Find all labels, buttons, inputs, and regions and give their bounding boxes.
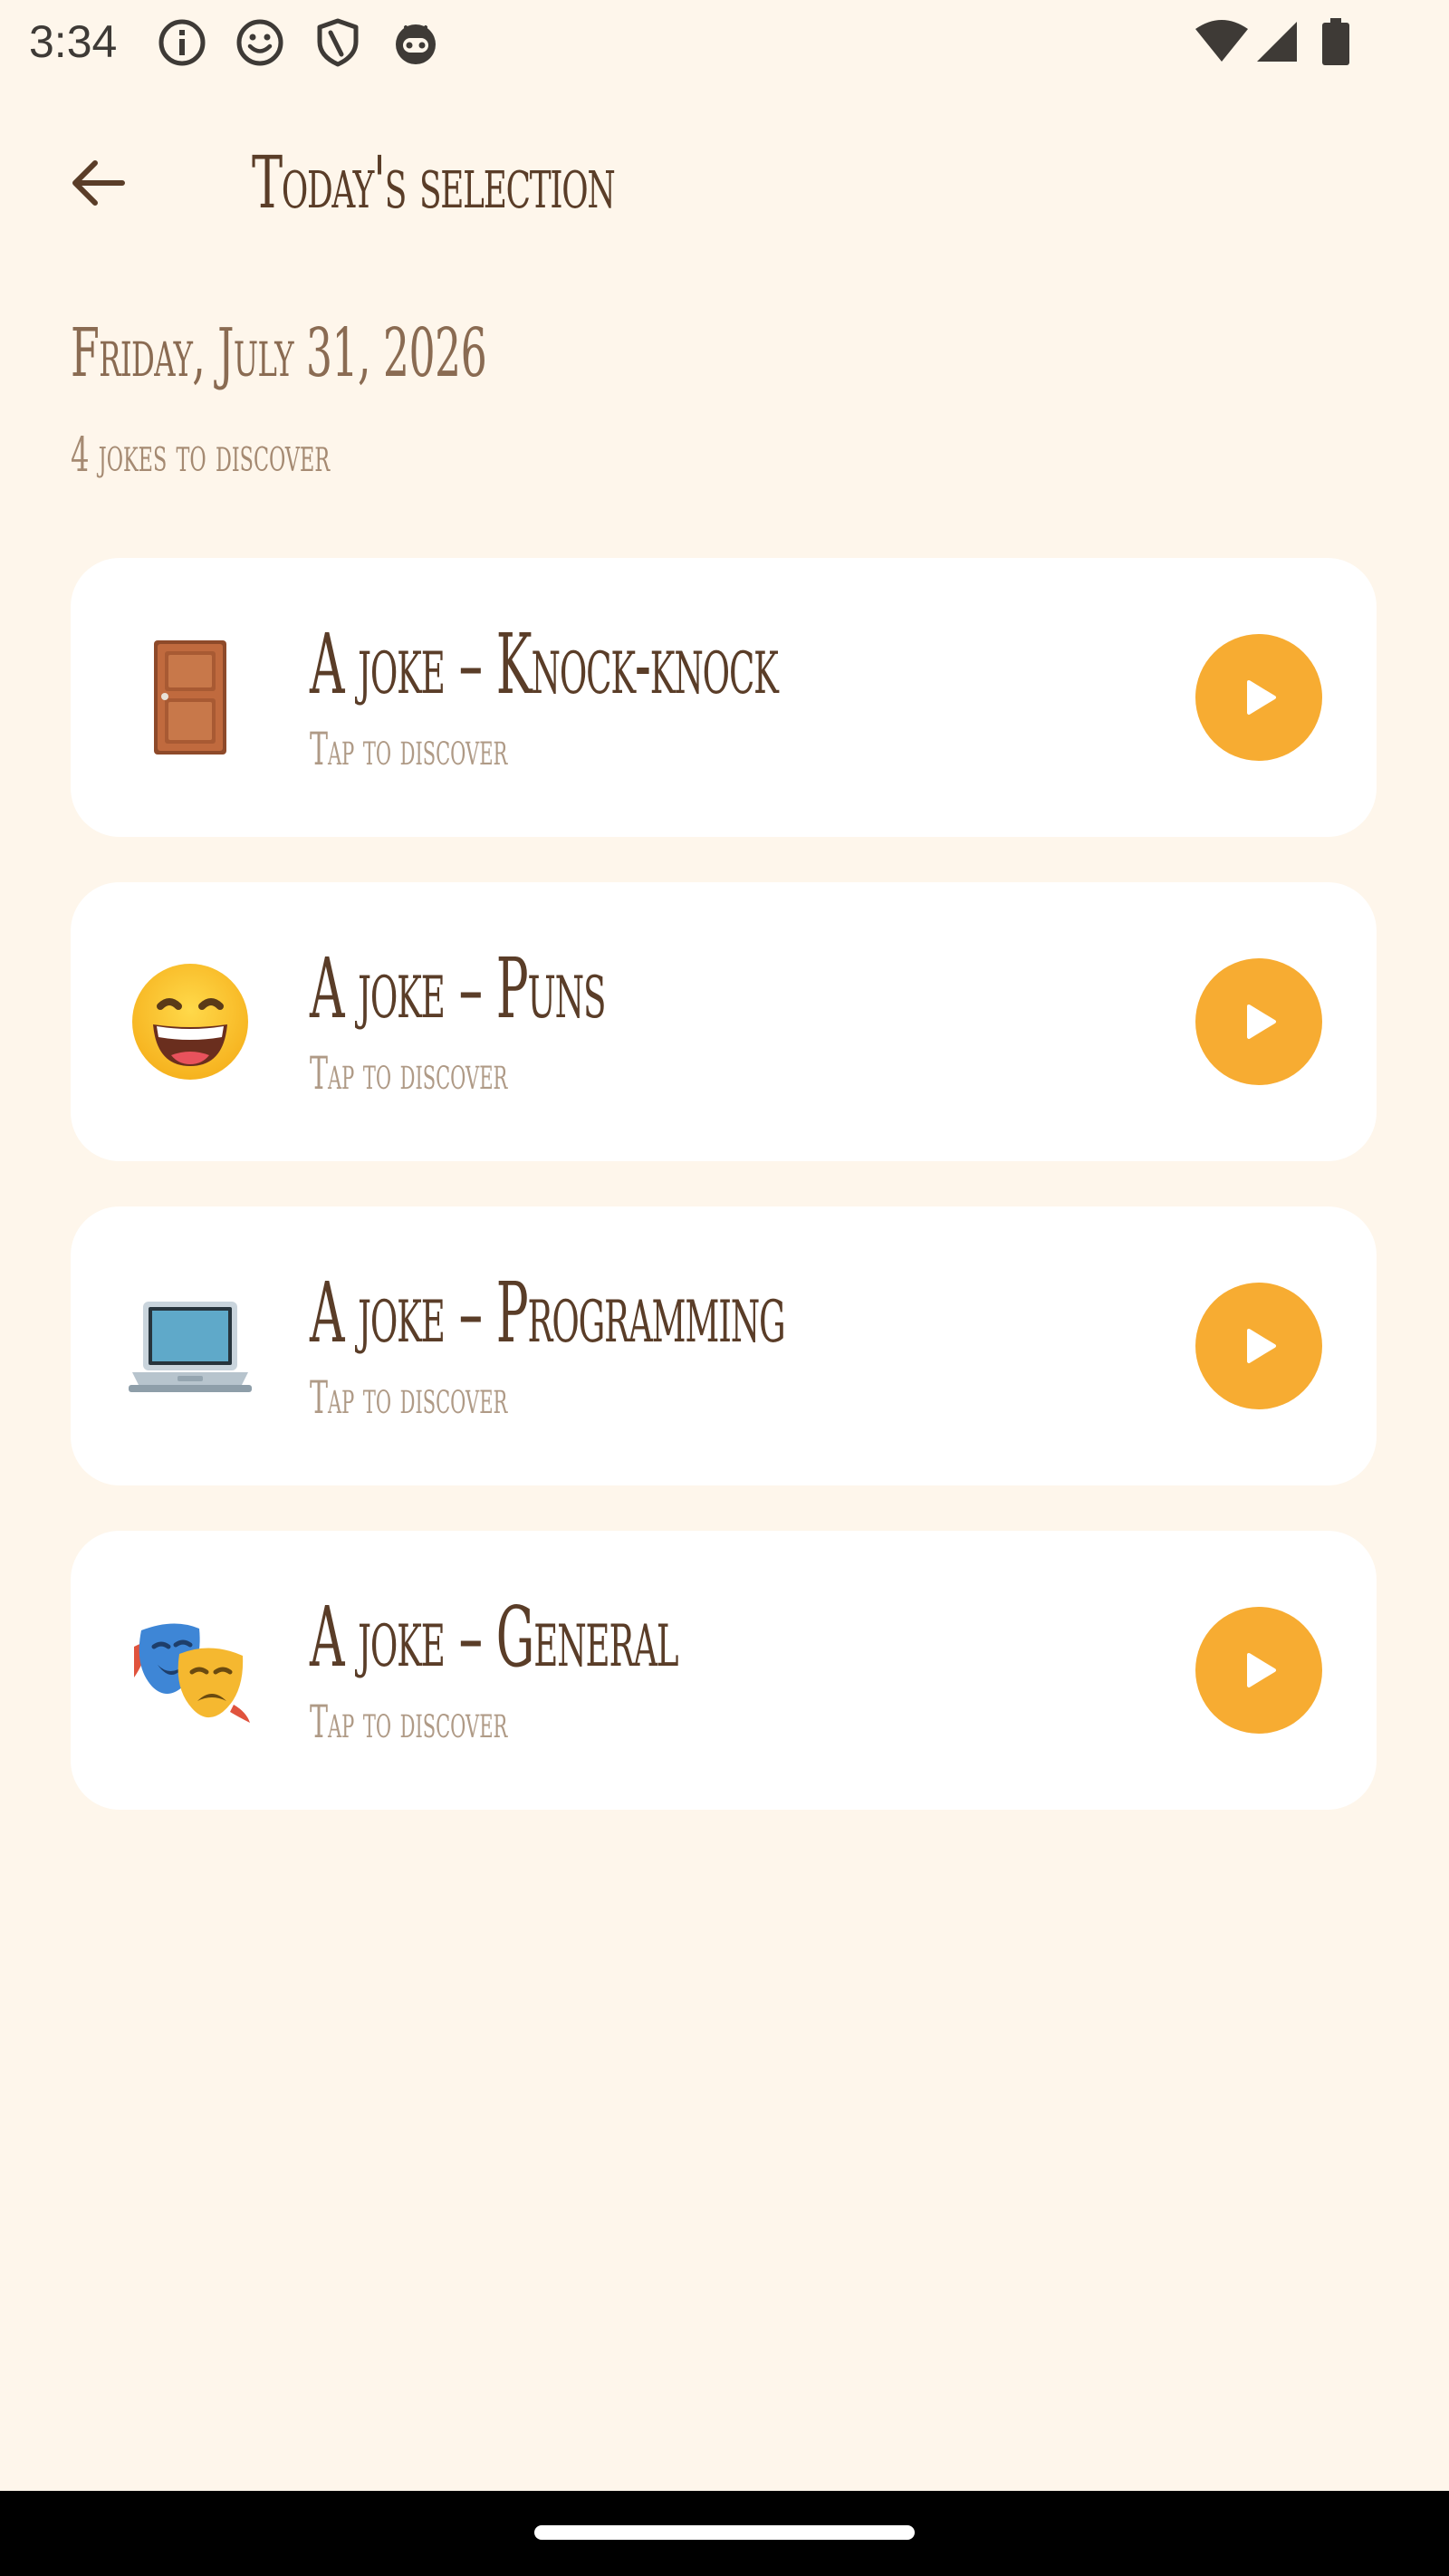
info-icon (158, 19, 206, 66)
theater-masks-icon (127, 1607, 254, 1734)
back-button[interactable] (51, 136, 145, 230)
wifi-icon (1195, 20, 1248, 62)
play-icon (1247, 1653, 1276, 1687)
grinning-face-icon (127, 958, 254, 1085)
play-button[interactable] (1195, 1607, 1322, 1734)
robot-icon (396, 24, 436, 64)
joke-card-subtitle: Tap to discover (310, 1696, 508, 1748)
play-icon (1247, 1329, 1276, 1363)
joke-card-title: A joke – Knock-knock (310, 616, 779, 713)
home-indicator[interactable] (534, 2525, 915, 2540)
play-icon (1247, 1004, 1276, 1039)
arrow-back-icon (72, 160, 125, 206)
laptop-icon (127, 1283, 254, 1409)
play-icon (1247, 680, 1276, 715)
joke-card-puns[interactable]: A joke – Puns Tap to discover (71, 882, 1377, 1161)
joke-card-title: A joke – General (310, 1589, 679, 1686)
joke-card-programming[interactable]: A joke – Programming Tap to discover (71, 1206, 1377, 1485)
play-button[interactable] (1195, 958, 1322, 1085)
play-button[interactable] (1195, 1283, 1322, 1409)
date-heading: Friday, July 31, 2026 (71, 314, 487, 392)
joke-card-title: A joke – Puns (310, 940, 606, 1037)
door-icon (127, 634, 254, 761)
joke-count: 4 jokes to discover (71, 428, 331, 483)
status-bar: 3:34 (0, 0, 1449, 83)
page-title: Today's selection (252, 140, 616, 225)
joke-card-general[interactable]: A joke – General Tap to discover (71, 1531, 1377, 1810)
play-button[interactable] (1195, 634, 1322, 761)
battery-icon (1322, 18, 1349, 65)
joke-card-knock-knock[interactable]: A joke – Knock-knock Tap to discover (71, 558, 1377, 837)
joke-card-subtitle: Tap to discover (310, 723, 508, 775)
smiley-icon (236, 19, 283, 66)
cellular-icon (1257, 22, 1297, 62)
joke-card-title: A joke – Programming (310, 1264, 786, 1361)
status-time: 3:34 (29, 16, 118, 67)
joke-card-subtitle: Tap to discover (310, 1371, 508, 1424)
shield-icon (317, 18, 359, 67)
joke-card-subtitle: Tap to discover (310, 1047, 508, 1100)
joke-list: A joke – Knock-knock Tap to discover A j… (71, 558, 1377, 1855)
